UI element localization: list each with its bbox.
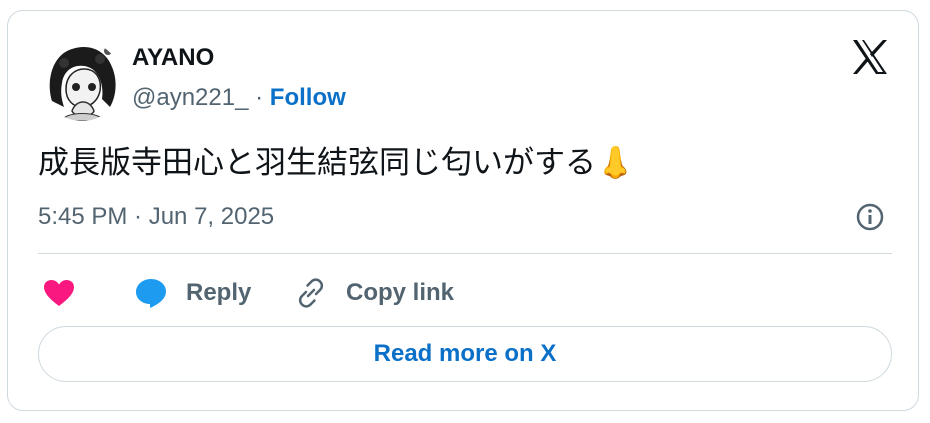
reply-button[interactable]: Reply — [134, 273, 251, 313]
avatar[interactable] — [42, 41, 122, 121]
author-name[interactable]: AYANO — [132, 43, 214, 73]
read-more-button[interactable]: Read more on X — [38, 326, 892, 382]
copy-link-button[interactable]: Copy link — [294, 273, 454, 313]
avatar-image — [42, 41, 122, 121]
tweet-card: AYANO @ayn221_ · Follow 成長版寺田心と羽生結弦同じ匂いが… — [7, 10, 919, 411]
speech-bubble-icon — [136, 279, 166, 308]
author-handle[interactable]: @ayn221_ — [132, 84, 248, 111]
reply-label: Reply — [186, 279, 252, 306]
info-icon[interactable] — [854, 201, 886, 233]
like-button[interactable] — [42, 273, 76, 313]
handle-separator: · — [248, 84, 270, 111]
link-icon — [298, 278, 324, 308]
read-more-label: Read more on X — [373, 340, 557, 367]
author-handle-row: @ayn221_ · Follow — [132, 83, 346, 113]
copy-link-label: Copy link — [346, 279, 455, 306]
x-logo-icon[interactable] — [850, 37, 890, 77]
heart-icon — [44, 280, 74, 306]
nose-emoji: 👃 — [596, 145, 635, 181]
tweet-text: 成長版寺田心と羽生結弦同じ匂いがする👃 — [38, 143, 635, 183]
tweet-body: 成長版寺田心と羽生結弦同じ匂いがする — [38, 145, 596, 181]
follow-button[interactable]: Follow — [270, 84, 346, 111]
divider — [38, 253, 892, 254]
tweet-timestamp[interactable]: 5:45 PM · Jun 7, 2025 — [38, 202, 274, 232]
